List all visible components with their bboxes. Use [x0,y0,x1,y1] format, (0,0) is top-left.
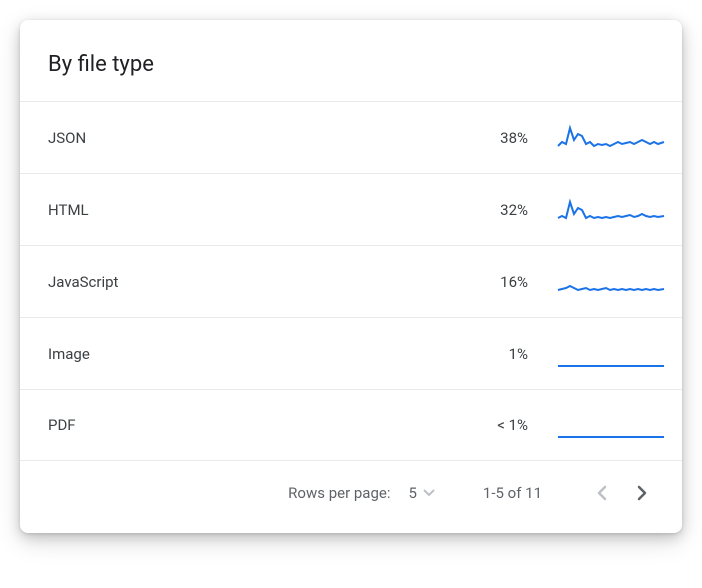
row-value: 1% [496,345,556,363]
rows-per-page-value: 5 [408,484,416,502]
row-label: JSON [48,129,496,147]
row-value: 16% [496,273,556,291]
row-value: < 1% [496,416,556,434]
next-page-button[interactable] [622,473,662,513]
sparkline-icon [556,192,666,228]
row-label: Image [48,345,496,363]
pagination-bar: Rows per page: 5 1-5 of 11 [20,461,682,525]
rows-per-page-dropdown[interactable] [423,489,435,497]
table-body: JSON 38% HTML 32% JavaScript 16% Image 1… [20,101,682,461]
row-value: 32% [496,201,556,219]
pagination-range: 1-5 of 11 [483,484,542,502]
card-title: By file type [20,44,682,101]
prev-page-button[interactable] [582,473,622,513]
rows-per-page-label: Rows per page: [288,484,390,502]
table-row[interactable]: PDF < 1% [20,389,682,461]
table-row[interactable]: JavaScript 16% [20,245,682,317]
table-row[interactable]: HTML 32% [20,173,682,245]
sparkline-icon [556,407,666,443]
file-type-card: By file type JSON 38% HTML 32% JavaScrip… [20,20,682,533]
table-row[interactable]: JSON 38% [20,101,682,173]
row-value: 38% [496,129,556,147]
sparkline-icon [556,336,666,372]
chevron-left-icon [597,485,607,501]
row-label: JavaScript [48,273,496,291]
row-label: PDF [48,416,496,434]
row-label: HTML [48,201,496,219]
sparkline-icon [556,120,666,156]
chevron-down-icon [423,489,435,497]
sparkline-icon [556,264,666,300]
table-row[interactable]: Image 1% [20,317,682,389]
chevron-right-icon [637,485,647,501]
